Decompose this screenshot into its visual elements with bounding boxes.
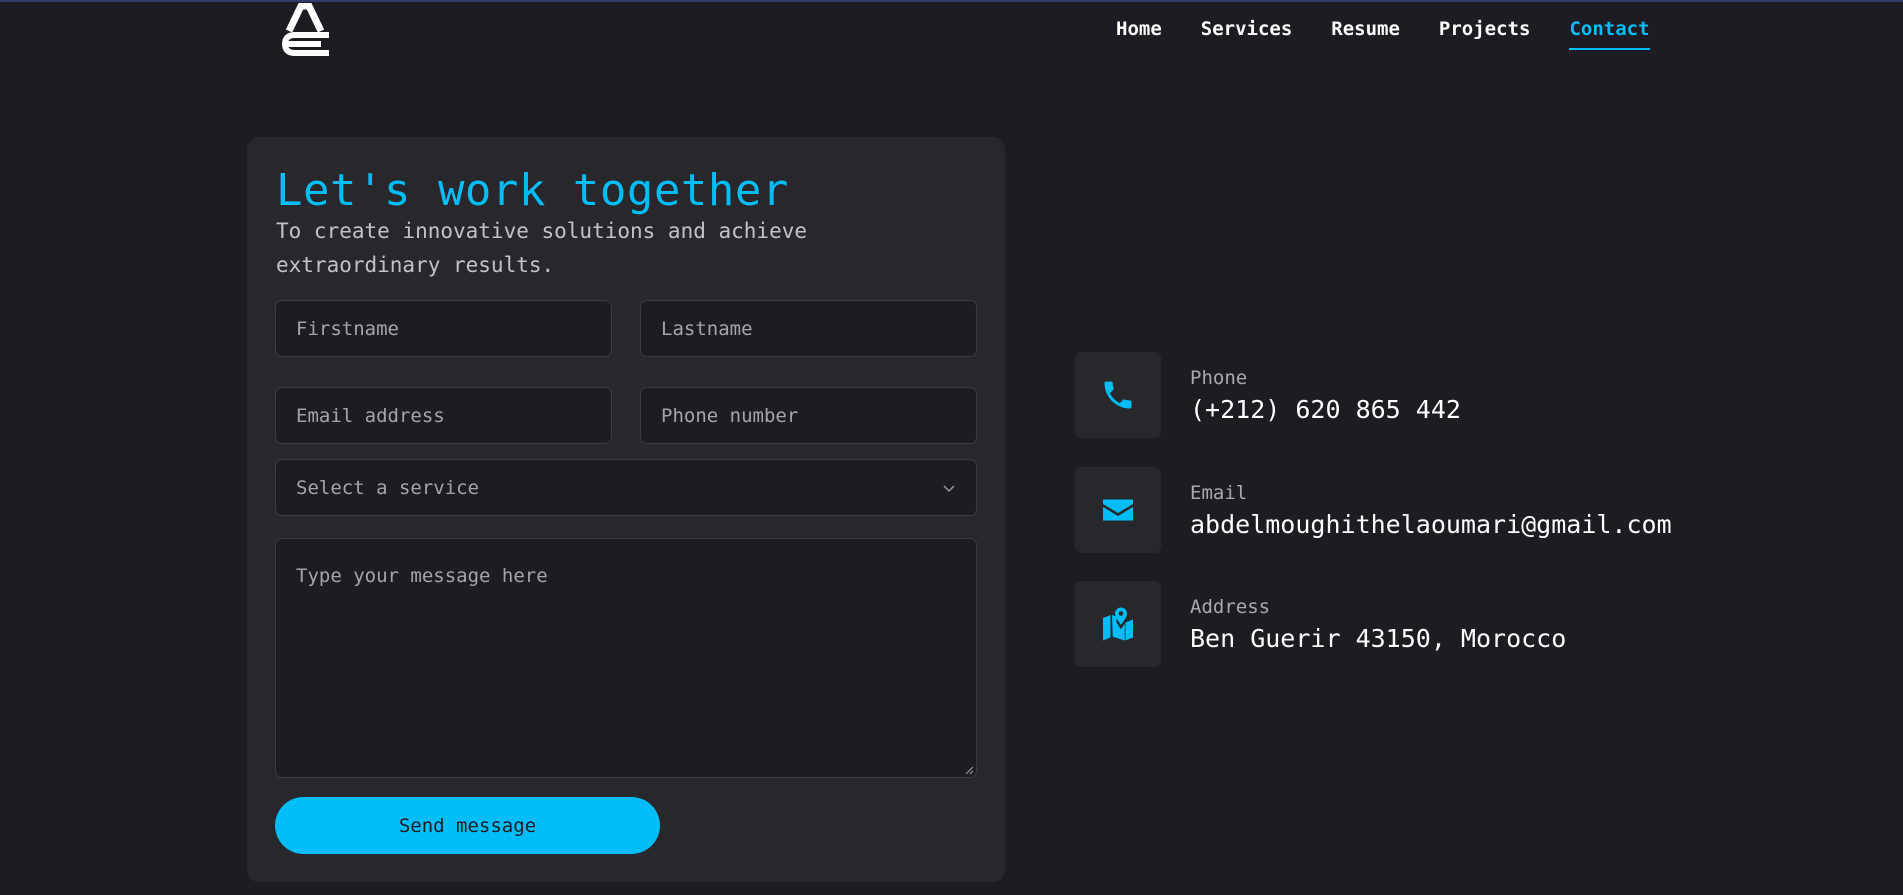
address-label: Address [1190,595,1271,618]
email-icon-box [1075,467,1161,553]
service-select-label: Select a service [296,476,480,499]
send-message-button[interactable]: Send message [275,797,660,854]
service-select[interactable]: Select a service [275,459,977,516]
form-title: Let's work together [276,165,789,216]
map-pin-icon [1103,607,1133,641]
nav-projects[interactable]: Projects [1439,18,1531,50]
phone-icon [1104,381,1132,409]
email-value: abdelmoughithelaoumari@gmail.com [1190,509,1672,539]
form-subtitle: To create innovative solutions and achie… [276,219,808,277]
contact-form-card: Let's work together To create innovative… [247,137,1005,882]
contact-info-email: Email abdelmoughithelaoumari@gmail.com [1075,467,1672,553]
envelope-icon [1103,499,1133,521]
nav-services[interactable]: Services [1201,18,1293,50]
nav-contact[interactable]: Contact [1569,18,1650,50]
email-label: Email [1190,481,1248,504]
email-input[interactable]: Email address [275,387,612,444]
phone-icon-box [1075,352,1161,438]
main-nav: Home Services Resume Projects Contact [1116,18,1650,50]
top-border [0,0,1903,2]
nav-home[interactable]: Home [1116,18,1162,50]
phone-value: (+212) 620 865 442 [1190,394,1461,424]
phone-input[interactable]: Phone number [640,387,977,444]
resize-handle-icon[interactable] [964,765,974,775]
phone-label: Phone [1190,366,1248,389]
nav-resume[interactable]: Resume [1331,18,1400,50]
contact-info-address: Address Ben Guerir 43150, Morocco [1075,581,1635,667]
address-icon-box [1075,581,1161,667]
address-value: Ben Guerir 43150, Morocco [1190,623,1567,653]
lastname-input[interactable]: Lastname [640,300,977,357]
chevron-down-icon [943,484,955,492]
ae-monogram-logo[interactable] [279,3,331,65]
contact-info-phone: Phone (+212) 620 865 442 [1075,352,1635,438]
message-placeholder: Type your message here [296,565,548,587]
firstname-input[interactable]: Firstname [275,300,612,357]
message-textarea[interactable]: Type your message here [275,538,977,778]
